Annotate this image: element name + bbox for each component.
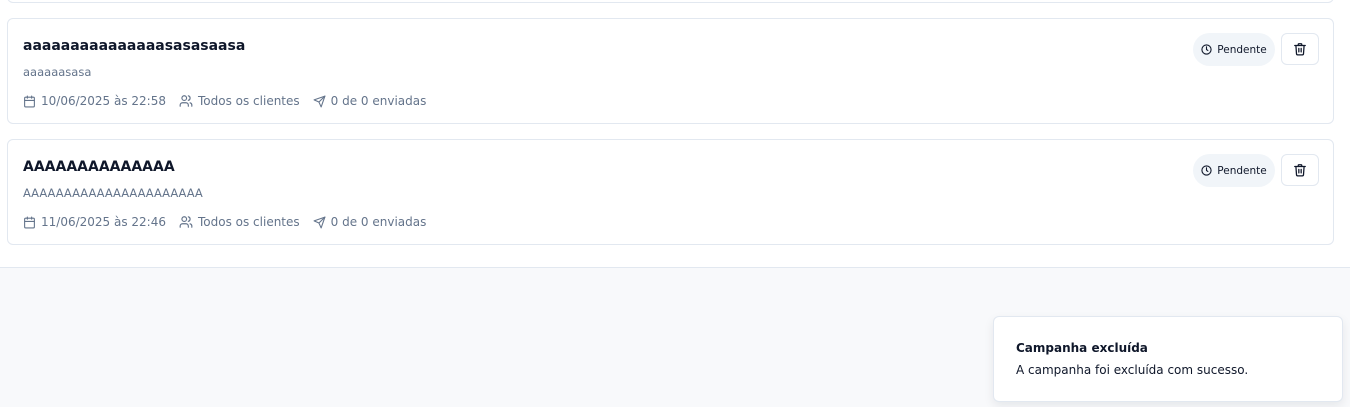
send-icon xyxy=(313,95,326,107)
campaign-card-partial xyxy=(7,0,1334,3)
status-badge: Pendente xyxy=(1193,154,1275,187)
campaign-sent-text: 0 de 0 enviadas xyxy=(330,94,427,108)
campaign-description: AAAAAAAAAAAAAAAAAAAAAA xyxy=(23,186,203,200)
clock-icon xyxy=(1201,44,1212,55)
trash-icon xyxy=(1294,164,1306,177)
campaign-list-panel: aaaaaaaaaaaaaaasasasaasa aaaaaasasa 10/0… xyxy=(0,0,1350,268)
campaign-audience: Todos os clientes xyxy=(179,215,300,229)
calendar-icon xyxy=(24,216,35,228)
campaign-date: 10/06/2025 às 22:58 xyxy=(23,94,166,108)
campaign-sent: 0 de 0 enviadas xyxy=(313,215,427,229)
users-icon xyxy=(179,95,193,107)
trash-icon xyxy=(1294,43,1306,56)
campaign-date: 11/06/2025 às 22:46 xyxy=(23,215,166,229)
campaign-description: aaaaaasasa xyxy=(23,65,92,79)
status-label: Pendente xyxy=(1217,43,1267,56)
clock-icon xyxy=(1201,165,1212,176)
users-icon xyxy=(179,216,193,228)
send-icon xyxy=(313,216,326,228)
toast-notification[interactable]: Campanha excluída A campanha foi excluíd… xyxy=(993,316,1343,402)
delete-campaign-button[interactable] xyxy=(1281,154,1319,186)
status-badge: Pendente xyxy=(1193,33,1275,66)
campaign-meta: 10/06/2025 às 22:58 Todos os clientes 0 … xyxy=(23,92,439,110)
campaign-card: aaaaaaaaaaaaaaasasasaasa aaaaaasasa 10/0… xyxy=(7,18,1334,124)
calendar-icon xyxy=(24,95,35,107)
campaign-sent: 0 de 0 enviadas xyxy=(313,94,427,108)
delete-campaign-button[interactable] xyxy=(1281,33,1319,65)
campaign-date-text: 10/06/2025 às 22:58 xyxy=(41,94,166,108)
campaign-title: AAAAAAAAAAAAAA xyxy=(23,159,175,175)
toast-message: A campanha foi excluída com sucesso. xyxy=(1016,363,1249,377)
toast-title: Campanha excluída xyxy=(1016,341,1148,355)
status-label: Pendente xyxy=(1217,164,1267,177)
campaign-title: aaaaaaaaaaaaaaasasasaasa xyxy=(23,38,246,54)
campaign-audience-text: Todos os clientes xyxy=(197,215,300,229)
campaign-card: AAAAAAAAAAAAAA AAAAAAAAAAAAAAAAAAAAAA 11… xyxy=(7,139,1334,245)
campaign-audience: Todos os clientes xyxy=(179,94,300,108)
campaign-date-text: 11/06/2025 às 22:46 xyxy=(41,215,166,229)
campaign-meta: 11/06/2025 às 22:46 Todos os clientes 0 … xyxy=(23,213,439,231)
campaign-audience-text: Todos os clientes xyxy=(197,94,300,108)
campaign-sent-text: 0 de 0 enviadas xyxy=(330,215,427,229)
